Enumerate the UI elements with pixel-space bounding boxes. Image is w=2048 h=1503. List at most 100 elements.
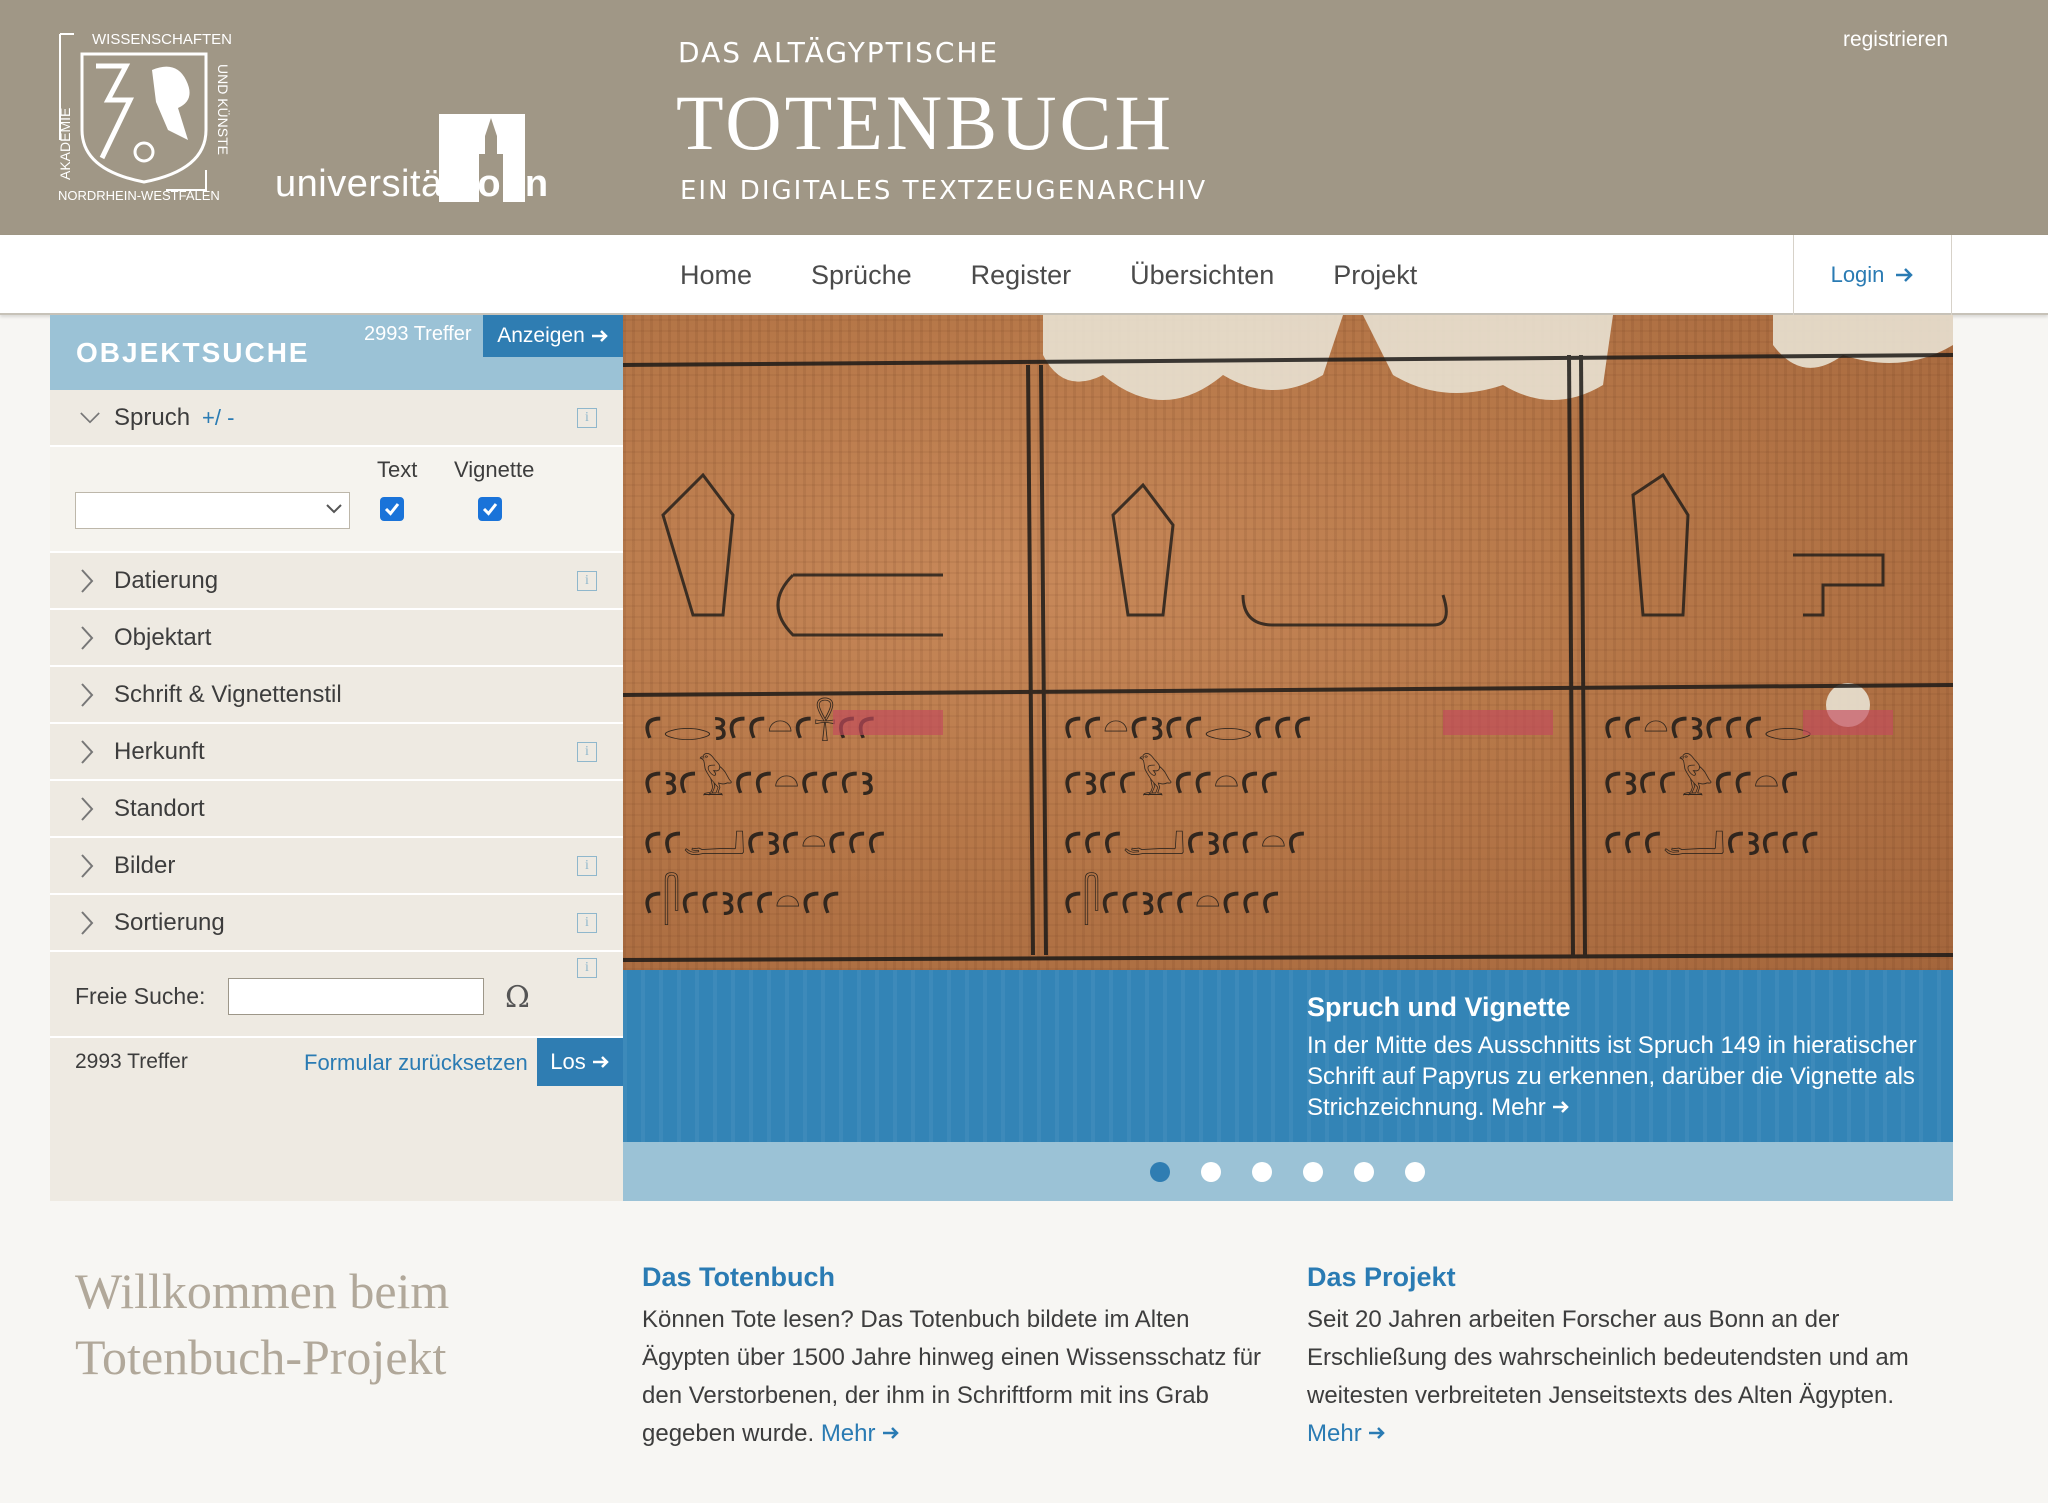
section-herkunft[interactable]: Herkunft i [50, 724, 623, 781]
hits-count-bottom: 2993 Treffer [75, 1050, 188, 1073]
teaser-title[interactable]: Das Totenbuch [642, 1262, 1282, 1293]
main-nav: Home Sprüche Register Übersichten Projek… [0, 235, 2048, 315]
hero-slider: ꜥ𓂋ꜣꜥꜥ𓏏ꜥ𓋹ꜥꜥ ꜥꜣꜥ𓅱ꜥꜥ𓏏ꜥꜥꜥꜣ ꜥꜥ𓂝ꜥꜣꜥ𓏏ꜥꜥꜥ ꜥ𓋴ꜥꜥꜣꜥ… [623, 315, 1953, 1201]
chevron-right-icon [80, 796, 100, 821]
info-icon[interactable]: i [577, 741, 597, 762]
section-schrift-vignettenstil[interactable]: Schrift & Vignettenstil [50, 667, 623, 724]
search-go-button[interactable]: Los [537, 1038, 623, 1086]
site-title[interactable]: TOTENBUCH [676, 78, 1174, 168]
nav-item-register[interactable]: Register [971, 260, 1072, 291]
register-link[interactable]: registrieren [1843, 28, 1948, 52]
info-icon[interactable]: i [577, 570, 597, 591]
nav-item-sprueche[interactable]: Sprüche [811, 260, 912, 291]
arrow-right-icon [883, 1427, 899, 1439]
section-objektart[interactable]: Objektart [50, 610, 623, 667]
svg-text:ꜥꜣꜥ𓅱ꜥꜥ𓏏ꜥꜥꜥꜣ: ꜥꜣꜥ𓅱ꜥꜥ𓏏ꜥꜥꜥꜣ [643, 753, 874, 805]
free-search-label: Freie Suche: [75, 983, 206, 1009]
teaser-text: Können Tote lesen? Das Totenbuch bildete… [642, 1301, 1282, 1453]
svg-text:ꜥ𓋴ꜥꜥꜣꜥꜥ𓏏ꜥꜥ: ꜥ𓋴ꜥꜥꜣꜥꜥ𓏏ꜥꜥ [643, 872, 841, 925]
text-checkbox[interactable] [380, 497, 404, 521]
chevron-right-icon [80, 568, 100, 593]
svg-text:ꜥꜥ𓏏ꜥꜣꜥꜥꜥ𓂋: ꜥꜥ𓏏ꜥꜣꜥꜥꜥ𓂋 [1603, 701, 1813, 750]
slide-caption-text: In der Mitte des Ausschnitts ist Spruch … [1307, 1030, 1937, 1123]
spruch-plus-minus-link[interactable]: +/ - [202, 405, 234, 431]
search-go-label: Los [550, 1049, 586, 1074]
chevron-right-icon [80, 739, 100, 764]
spruch-panel: Text Vignette [50, 447, 623, 553]
svg-text:ꜥꜥ𓂝ꜥꜣꜥ𓏏ꜥꜥꜥ: ꜥꜥ𓂝ꜥꜣꜥ𓏏ꜥꜥꜥ [643, 816, 886, 865]
akademie-logo-text-top: WISSENSCHAFTEN [92, 31, 232, 48]
teaser-body: Seit 20 Jahren arbeiten Forscher aus Bon… [1307, 1306, 1909, 1409]
slider-dot-5[interactable] [1354, 1162, 1374, 1182]
section-sortierung[interactable]: Sortierung i [50, 895, 623, 952]
teaser-title[interactable]: Das Projekt [1307, 1262, 1947, 1293]
site-header: WISSENSCHAFTEN UND KÜNSTE AKADEMIE NORDR… [0, 0, 2048, 235]
chevron-down-icon [326, 504, 342, 514]
section-datierung[interactable]: Datierung i [50, 553, 623, 610]
section-label: Sortierung [114, 908, 225, 936]
welcome-line-2: Totenbuch-Projekt [75, 1329, 447, 1385]
slide-more-link[interactable]: Mehr [1491, 1094, 1570, 1121]
arrow-right-icon [1369, 1427, 1386, 1439]
svg-text:ꜥ𓋴ꜥꜥꜣꜥꜥ𓏏ꜥꜥꜥ: ꜥ𓋴ꜥꜥꜣꜥꜥ𓏏ꜥꜥꜥ [1063, 872, 1281, 925]
vignette-checkbox-label: Vignette [454, 457, 535, 482]
section-label: Herkunft [114, 737, 205, 765]
slider-dot-6[interactable] [1405, 1162, 1425, 1182]
chevron-down-icon [80, 408, 100, 428]
welcome-heading: Willkommen beim Totenbuch-Projekt [75, 1258, 449, 1390]
papyrus-image: ꜥ𓂋ꜣꜥꜥ𓏏ꜥ𓋹ꜥꜥ ꜥꜣꜥ𓅱ꜥꜥ𓏏ꜥꜥꜥꜣ ꜥꜥ𓂝ꜥꜣꜥ𓏏ꜥꜥꜥ ꜥ𓋴ꜥꜥꜣꜥ… [623, 315, 1953, 970]
welcome-line-1: Willkommen beim [75, 1263, 450, 1319]
section-standort[interactable]: Standort [50, 781, 623, 838]
teaser-more-label: Mehr [1307, 1420, 1362, 1447]
section-label: Objektart [114, 623, 212, 651]
hits-count-top: 2993 Treffer [364, 323, 472, 345]
object-search-panel: OBJEKTSUCHE 2993 Treffer Anzeigen Spruch… [50, 315, 623, 1201]
show-results-button[interactable]: Anzeigen [483, 315, 623, 357]
object-search-title: OBJEKTSUCHE [76, 337, 310, 368]
info-icon[interactable]: i [577, 912, 597, 933]
info-icon[interactable]: i [577, 958, 597, 978]
object-search-header: OBJEKTSUCHE 2993 Treffer Anzeigen [50, 315, 623, 390]
slide-caption: Spruch und Vignette In der Mitte des Aus… [623, 970, 1953, 1142]
section-label: Schrift & Vignettenstil [114, 680, 342, 708]
spruch-select[interactable] [75, 492, 350, 529]
teaser-more-link[interactable]: Mehr [1307, 1420, 1386, 1447]
bonn-logo[interactable]: universitätbonn [275, 114, 548, 206]
section-spruch[interactable]: Spruch +/ - i [50, 390, 623, 447]
omega-icon[interactable]: Ω [505, 980, 530, 1015]
slider-dot-1[interactable] [1150, 1162, 1170, 1182]
svg-text:ꜥꜥ𓏏ꜥꜣꜥꜥ𓂋ꜥꜥꜥ: ꜥꜥ𓏏ꜥꜣꜥꜥ𓂋ꜥꜥꜥ [1063, 701, 1312, 750]
bonn-logo-bold: bonn [453, 163, 549, 205]
nav-item-projekt[interactable]: Projekt [1333, 260, 1417, 291]
nav-item-home[interactable]: Home [680, 260, 752, 291]
info-icon[interactable]: i [577, 407, 597, 428]
chevron-right-icon [80, 910, 100, 935]
section-label: Bilder [114, 851, 176, 879]
info-icon[interactable]: i [577, 855, 597, 876]
vignette-checkbox[interactable] [478, 497, 502, 521]
site-subtitle: EIN DIGITALES TEXTZEUGENARCHIV [680, 176, 1208, 206]
free-search-row: Freie Suche: Ω i [50, 952, 623, 1038]
section-label: Spruch [114, 403, 191, 431]
bonn-logo-light: universität [275, 163, 454, 205]
free-search-input[interactable] [228, 978, 484, 1015]
nav-item-uebersichten[interactable]: Übersichten [1130, 260, 1274, 291]
teaser-body: Können Tote lesen? Das Totenbuch bildete… [642, 1306, 1262, 1447]
nav-items: Home Sprüche Register Übersichten Projek… [680, 235, 1417, 315]
login-button[interactable]: Login [1793, 235, 1952, 315]
section-label: Standort [114, 794, 205, 822]
akademie-logo[interactable]: WISSENSCHAFTEN UND KÜNSTE AKADEMIE NORDR… [56, 30, 236, 206]
slider-dot-2[interactable] [1201, 1162, 1221, 1182]
reset-form-link[interactable]: Formular zurücksetzen [304, 1050, 528, 1076]
checkmark-icon [384, 503, 400, 516]
login-label: Login [1830, 262, 1885, 287]
papyrus-artwork: ꜥ𓂋ꜣꜥꜥ𓏏ꜥ𓋹ꜥꜥ ꜥꜣꜥ𓅱ꜥꜥ𓏏ꜥꜥꜥꜣ ꜥꜥ𓂝ꜥꜣꜥ𓏏ꜥꜥꜥ ꜥ𓋴ꜥꜥꜣꜥ… [623, 315, 1953, 962]
teaser-more-link[interactable]: Mehr [821, 1420, 900, 1447]
slider-dot-3[interactable] [1252, 1162, 1272, 1182]
teaser-totenbuch: Das Totenbuch Können Tote lesen? Das Tot… [642, 1262, 1282, 1453]
slider-dot-4[interactable] [1303, 1162, 1323, 1182]
arrow-right-icon [592, 1056, 609, 1068]
section-bilder[interactable]: Bilder i [50, 838, 623, 895]
teaser-text: Seit 20 Jahren arbeiten Forscher aus Bon… [1307, 1301, 1947, 1453]
show-results-label: Anzeigen [497, 324, 585, 347]
